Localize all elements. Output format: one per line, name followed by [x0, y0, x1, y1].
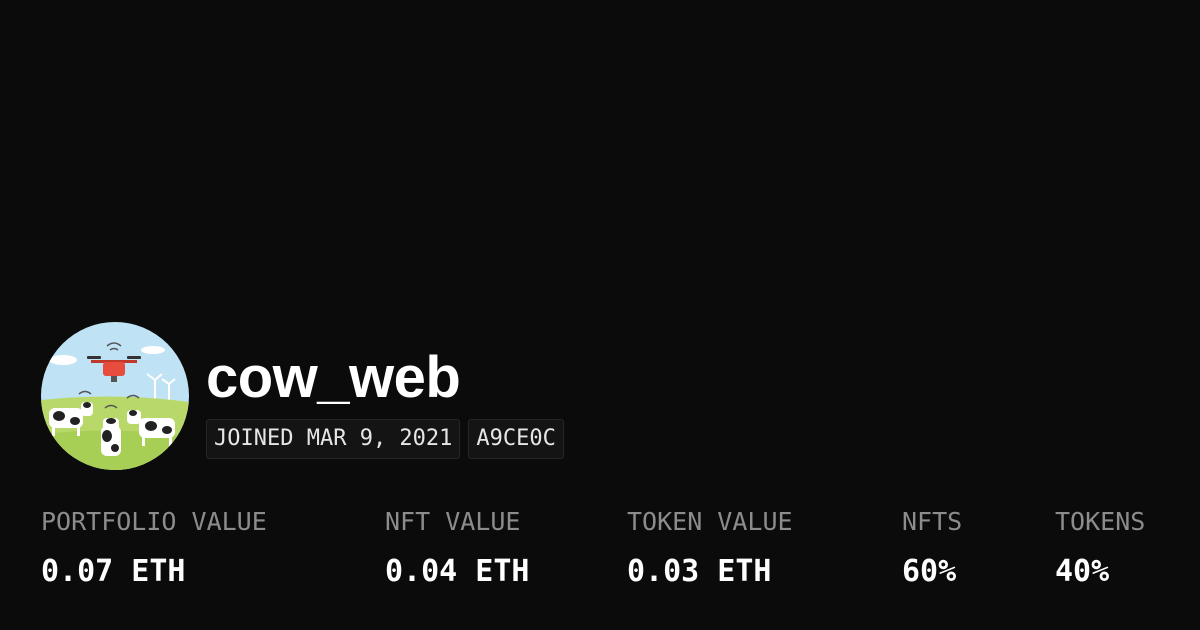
- stat-label: TOKEN VALUE: [627, 507, 793, 536]
- profile-badges: JOINED MAR 9, 2021 A9CE0C: [206, 419, 564, 459]
- stat-nft-value: NFT VALUE 0.04 ETH: [385, 505, 530, 589]
- stat-value: 60%: [902, 554, 957, 589]
- farm-drone-avatar-icon: [41, 322, 189, 470]
- avatar[interactable]: [41, 322, 189, 470]
- stat-label: TOKENS: [1055, 507, 1146, 536]
- address-badge[interactable]: A9CE0C: [468, 419, 564, 459]
- joined-date-badge: JOINED MAR 9, 2021: [206, 419, 461, 459]
- stat-label: NFTS: [902, 507, 963, 536]
- stat-value: 0.03 ETH: [627, 554, 772, 589]
- profile-card: cow_web JOINED MAR 9, 2021 A9CE0C PORTFO…: [0, 0, 1200, 630]
- stat-label: NFT VALUE: [385, 507, 521, 536]
- stat-token-value: TOKEN VALUE 0.03 ETH: [627, 505, 793, 589]
- stat-value: 0.07 ETH: [41, 554, 186, 589]
- username: cow_web: [206, 345, 461, 410]
- stat-portfolio-value: PORTFOLIO VALUE 0.07 ETH: [41, 505, 267, 589]
- stat-value: 40%: [1055, 554, 1110, 589]
- stat-label: PORTFOLIO VALUE: [41, 507, 267, 536]
- stat-nfts-share: NFTS 60%: [902, 505, 962, 589]
- stat-tokens-share: TOKENS 40%: [1055, 505, 1145, 589]
- stat-value: 0.04 ETH: [385, 554, 530, 589]
